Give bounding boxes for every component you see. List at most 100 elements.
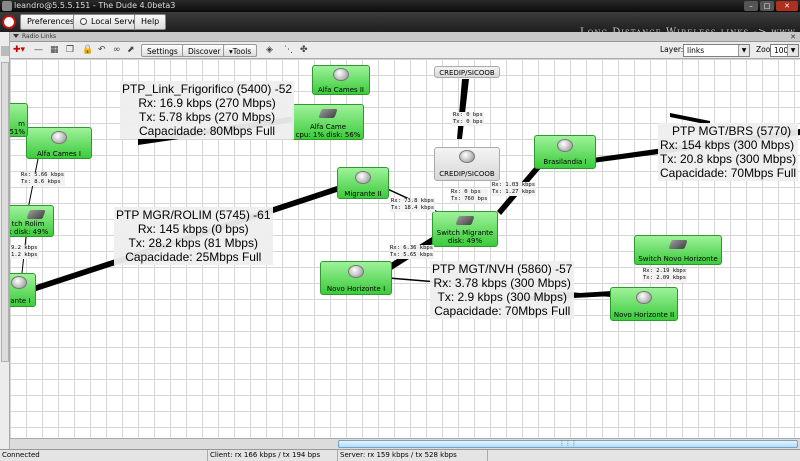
scrollbar-thumb[interactable]: ⋮⋮⋮: [338, 440, 798, 448]
node-alfa-came[interactable]: Alfa Came cpu: 1% disk: 56%: [292, 104, 364, 140]
status-state: Connected: [0, 450, 208, 461]
link-tx: Tx: 8.6 kbps: [21, 179, 61, 185]
node-stat: disk: 49%: [447, 237, 483, 245]
tools-button[interactable]: ▾Tools: [223, 44, 258, 57]
window-title: leandro@5.5.5.151 - The Dude 4.0beta3: [14, 1, 176, 10]
node-novo-horizonte-i[interactable]: Novo Horizonte I: [320, 261, 392, 295]
link-label-migrante: Rx: 73.8 kbps Tx: 18.4 kbps: [390, 198, 436, 212]
switch-icon: [668, 240, 688, 249]
undo-icon[interactable]: ↶: [98, 44, 106, 57]
help-button[interactable]: Help: [134, 14, 167, 30]
chevron-down-icon: ▼: [787, 45, 798, 56]
link-tx: Tx: 0 bps: [453, 119, 483, 125]
annotation-line: Rx: 16.9 kbps (270 Mbps): [138, 96, 276, 110]
preferences-button[interactable]: Preferences: [20, 14, 82, 30]
link-label-credip-migrante: Rx: 0 bps Tx: 760 bps: [450, 189, 489, 203]
window-controls: – □ ✕: [744, 1, 798, 11]
dude-logo-icon[interactable]: [2, 15, 16, 29]
link-tx: Tx: 5.65 kbps: [390, 252, 434, 258]
panel-title: Radio Links: [22, 33, 57, 40]
remove-icon[interactable]: —: [34, 44, 43, 57]
layer-value: links: [687, 46, 705, 55]
annotation-line: PTP MGR/ROLIM (5745) -61: [116, 208, 271, 222]
antenna-icon: [355, 171, 371, 184]
pin-icon[interactable]: [1, 46, 9, 56]
panel-close-icon[interactable]: ✕: [790, 32, 796, 42]
app-icon: [2, 1, 12, 11]
node-brasilandia-i[interactable]: Brasilandia I: [534, 135, 596, 169]
node-switch-rolim[interactable]: tch Rolim k disk: 49%: [10, 205, 54, 237]
node-stat: cpu: 1% disk: 56%: [295, 131, 361, 139]
layer-select[interactable]: links ▼: [683, 44, 750, 57]
copy-icon[interactable]: ❐: [66, 44, 74, 57]
link-rx: Rx: 73.8 kbps: [391, 198, 435, 204]
annotation-frigorifico[interactable]: PTP_Link_Frigorifico (5400) -52 Rx: 16.9…: [120, 81, 295, 139]
left-scrollbar[interactable]: [1, 62, 9, 362]
annotation-mgt-brs[interactable]: PTP MGT/BRS (5770) Rx: 154 kbps (300 Mbp…: [658, 123, 799, 181]
edit-icon[interactable]: ▦: [50, 44, 59, 57]
node-novo-horizonte-ii[interactable]: Novo Horizonte II: [610, 287, 678, 321]
annotation-line: Capacidade: 80Mbps Full: [139, 124, 276, 138]
annotation-line: Capacidade: 70Mbps Full: [434, 304, 571, 318]
link-rx: Rx: 1.03 kbps: [492, 182, 536, 188]
node-switch-novo-horizonte[interactable]: Switch Novo Horizonte: [634, 235, 722, 265]
annotation-line: PTP MGT/NVH (5860) -57: [432, 262, 573, 276]
node-label: Migrante II: [344, 190, 382, 198]
node-label: tch Rolim: [11, 220, 45, 228]
node-label: CREDIP/SICOOB: [439, 69, 495, 77]
arrange-icon[interactable]: ⋱: [284, 44, 293, 57]
menubar: Preferences Local Server Help Long Dista…: [0, 12, 800, 38]
pointer-icon[interactable]: ⬈: [127, 44, 135, 57]
annotation-line: PTP MGT/BRS (5770): [672, 124, 792, 138]
layout-icon[interactable]: ✤: [300, 44, 308, 57]
settings-button[interactable]: Settings: [141, 44, 184, 57]
link-tx: Tx: 760 bps: [451, 196, 488, 202]
minimize-icon[interactable]: –: [744, 1, 758, 11]
annotation-line: Tx: 2.9 kbps (300 Mbps): [437, 290, 567, 304]
switch-icon: [318, 109, 338, 118]
node-alfa-cames-ii[interactable]: Alfa Cames II: [312, 65, 370, 95]
network-map-canvas[interactable]: Alfa Cames II Alfa Came cpu: 1% disk: 56…: [10, 59, 800, 438]
switch-icon: [26, 210, 46, 219]
node-label: Novo Horizonte I: [326, 285, 386, 293]
status-bar: Connected Client: rx 166 kbps / tx 194 b…: [0, 449, 800, 461]
zoom-select[interactable]: 100% ▼: [770, 44, 799, 57]
node-alfa-cames-i[interactable]: Alfa Cames I: [26, 127, 92, 159]
close-icon[interactable]: ✕: [776, 1, 798, 11]
lock-icon[interactable]: 🔒: [82, 44, 93, 57]
node-edge-bottom[interactable]: rante I: [10, 273, 36, 307]
switch-icon: [455, 216, 475, 225]
link-rx: Rx: 5.66 kbps: [21, 172, 65, 178]
link-rx: Rx: 0 bps: [453, 112, 483, 118]
link-credip[interactable]: [457, 79, 469, 139]
link-icon[interactable]: ∞: [113, 44, 121, 57]
node-credip-top[interactable]: CREDIP/SICOOB: [434, 66, 500, 78]
collapse-icon[interactable]: [13, 34, 19, 38]
antenna-icon: [557, 139, 573, 152]
antenna-icon: [51, 131, 67, 144]
annotation-line: Tx: 28.2 kbps (81 Mbps): [128, 236, 258, 250]
annotation-mgr-rolim[interactable]: PTP MGR/ROLIM (5745) -61 Rx: 145 kbps (0…: [114, 207, 273, 265]
node-switch-migrante[interactable]: Switch Migrante disk: 49%: [432, 211, 498, 247]
node-stat: 51%: [10, 128, 25, 136]
find-icon[interactable]: ◈: [266, 44, 273, 57]
status-server: Server: rx 159 kbps / tx 528 kbps: [338, 450, 488, 461]
node-label: CREDIP/SICOOB: [439, 170, 495, 178]
status-client: Client: rx 166 kbps / tx 194 bps: [208, 450, 338, 461]
node-label: Switch Novo Horizonte: [638, 255, 718, 263]
annotation-line: Capacidade: 70Mbps Full: [660, 166, 797, 180]
node-migrante-ii[interactable]: Migrante II: [337, 167, 389, 199]
node-label: Switch Migrante: [436, 229, 494, 237]
annotation-line: PTP_Link_Frigorifico (5400) -52: [122, 82, 293, 96]
maximize-icon[interactable]: □: [760, 1, 774, 11]
discover-button[interactable]: Discover: [182, 44, 227, 57]
node-edge-top[interactable]: m 51%: [10, 103, 28, 137]
node-label: rante I: [10, 297, 31, 305]
antenna-icon: [333, 68, 349, 81]
annotation-mgt-nvh[interactable]: PTP MGT/NVH (5860) -57 Rx: 3.78 kbps (30…: [430, 261, 575, 319]
tools-label: Tools: [232, 47, 252, 56]
add-icon[interactable]: ✚▾: [13, 44, 25, 57]
window-titlebar: leandro@5.5.5.151 - The Dude 4.0beta3 – …: [0, 0, 800, 12]
horizontal-scrollbar[interactable]: ⋮⋮⋮: [10, 438, 800, 449]
node-credip[interactable]: CREDIP/SICOOB: [434, 147, 500, 181]
